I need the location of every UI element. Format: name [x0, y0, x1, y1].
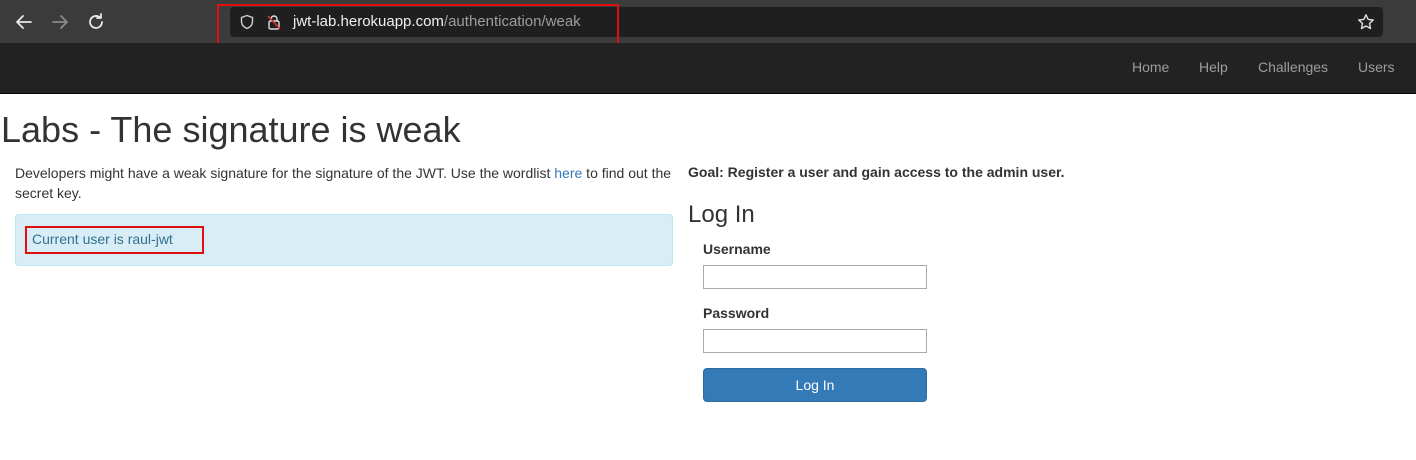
arrow-right-icon[interactable]: [47, 9, 73, 35]
star-icon[interactable]: [1357, 13, 1375, 31]
nav-home-link[interactable]: Home: [1132, 59, 1169, 75]
username-input[interactable]: [703, 265, 927, 289]
page-title: Labs - The signature is weak: [1, 109, 461, 150]
nav-challenges-link[interactable]: Challenges: [1258, 59, 1328, 75]
intro-text-start: Developers might have a weak signature f…: [15, 165, 555, 181]
alert-highlight-box: [25, 226, 204, 254]
nav-users-link[interactable]: Users: [1358, 59, 1395, 75]
nav-help-link[interactable]: Help: [1199, 59, 1228, 75]
username-label: Username: [703, 241, 771, 257]
login-title: Log In: [688, 201, 755, 228]
reload-icon[interactable]: [83, 9, 109, 35]
site-navbar: Home Help Challenges Users: [0, 43, 1416, 94]
password-input[interactable]: [703, 329, 927, 353]
arrow-left-icon[interactable]: [11, 9, 37, 35]
browser-toolbar: jwt-lab.herokuapp.com/authentication/wea…: [0, 0, 1416, 43]
login-button[interactable]: Log In: [703, 368, 927, 402]
goal-text: Goal: Register a user and gain access to…: [688, 164, 1065, 180]
intro-text: Developers might have a weak signature f…: [15, 163, 680, 203]
password-label: Password: [703, 305, 770, 321]
wordlist-link[interactable]: here: [554, 165, 582, 181]
